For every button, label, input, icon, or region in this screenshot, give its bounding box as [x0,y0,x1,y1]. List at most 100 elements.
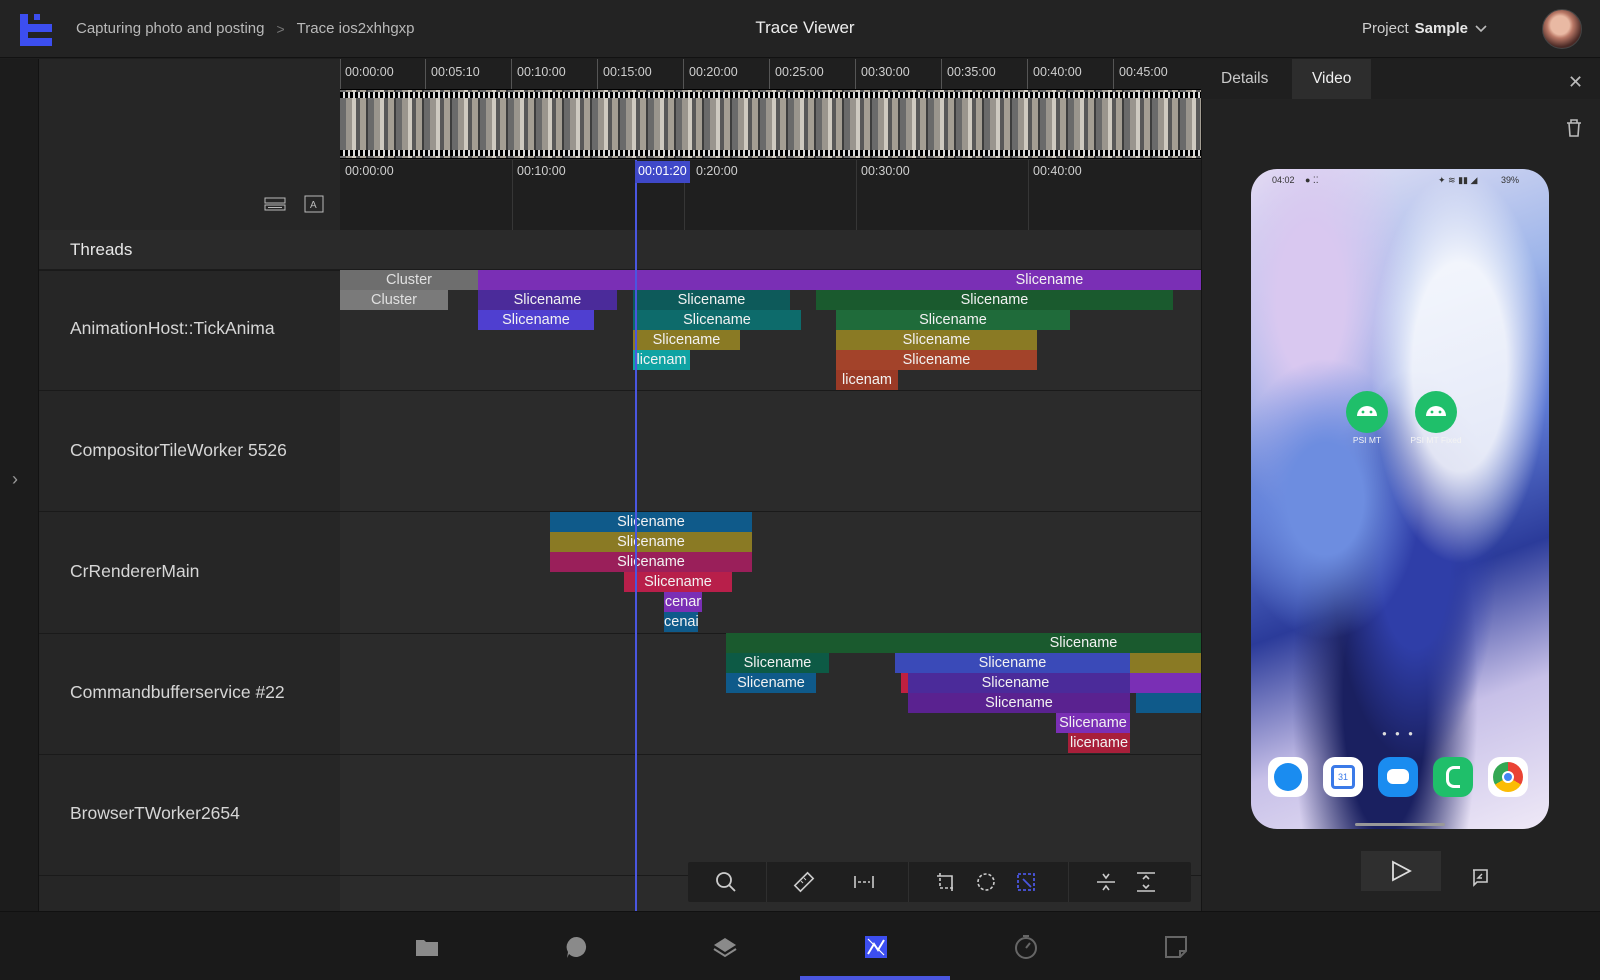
panel-tabs: Details Video [1201,59,1600,99]
close-icon[interactable]: ✕ [1568,72,1583,93]
thread-label[interactable]: BrowserTWorker2654 [70,803,240,824]
threads-heading: Threads [70,240,133,259]
note-icon[interactable] [1163,934,1189,960]
slice[interactable]: Slicename [836,310,1070,330]
trash-icon[interactable] [1565,118,1583,138]
tab-details[interactable]: Details [1201,59,1288,99]
track-list-icon[interactable] [264,196,286,212]
search-icon[interactable] [714,870,738,894]
thread-label[interactable]: Commandbufferservice #22 [70,682,285,703]
phone-app-icon [1433,757,1473,797]
timeline-toolbar [688,862,1191,902]
slice-marker [901,673,908,693]
threads-header [39,230,1201,270]
slice[interactable]: Slicename [901,673,1130,693]
chevron-down-icon [1475,24,1487,32]
video-preview[interactable]: 04:02 ● ⁚⁚ ✦ ≋ ▮▮ ◢ 39% PSI MT PSI MT Fi… [1251,169,1549,829]
collapse-rows-icon[interactable] [1094,870,1118,894]
phone-battery: 39% [1501,175,1520,185]
ruler-tick: 00:15:00 [603,65,652,79]
thread-label[interactable]: AnimationHost::TickAnima [70,318,275,339]
zoom-tick: 00:30:00 [861,164,910,178]
play-button[interactable] [1361,851,1441,891]
folder-icon[interactable] [414,934,440,960]
project-name: Sample [1414,20,1468,37]
layers-icon[interactable] [712,934,738,960]
playhead-time[interactable]: 00:01:20 [635,161,690,183]
slice-block[interactable] [1130,653,1201,673]
tab-video[interactable]: Video [1292,59,1372,99]
range-measure-icon[interactable] [852,870,876,894]
cluster-slice[interactable]: Cluster [340,270,478,290]
ruler-tick: 00:25:00 [775,65,824,79]
zoom-tick: 00:10:00 [517,164,566,178]
slice[interactable]: Slicename [836,350,1037,370]
comment-icon[interactable] [564,934,590,960]
slice-block[interactable] [1136,693,1201,713]
phone-status-dots: ● ⁚⁚ [1305,175,1319,185]
project-prefix: Project [1361,20,1409,37]
slice[interactable]: Slicename [550,552,752,572]
chrome-app-icon [1488,757,1528,797]
slice[interactable]: Slicename [836,330,1037,350]
slice[interactable]: licenam [836,370,898,390]
thread-label[interactable]: CompositorTileWorker 5526 [70,440,287,461]
trace-icon[interactable] [863,934,889,960]
area-select-icon[interactable] [1014,870,1038,894]
avatar[interactable] [1542,9,1582,49]
slice[interactable]: Slicename [1056,713,1130,733]
slice[interactable]: Slicename [816,290,1173,310]
zoom-tick: 0:20:00 [696,164,738,178]
top-bar: Capturing photo and posting > Trace ios2… [0,0,1600,58]
loop-icon[interactable] [1468,858,1492,898]
time-ruler[interactable]: 00:00:00 00:05:10 00:10:00 00:15:00 00:2… [340,59,1201,89]
expand-rows-icon[interactable] [1134,870,1158,894]
slice[interactable]: licename [1068,733,1130,753]
slice[interactable]: Slicename [478,270,1201,290]
thread-label[interactable]: CrRendererMain [70,561,199,582]
playhead-line[interactable] [635,160,637,912]
svg-text:A: A [310,200,317,211]
slice[interactable]: Slicename [895,653,1130,673]
ruler-tick: 00:40:00 [1033,65,1082,79]
slice[interactable]: Slicename [633,330,740,350]
video-filmstrip[interactable] [340,89,1201,159]
ruler-tick: 00:45:00 [1119,65,1168,79]
slice[interactable]: Slicename [550,512,752,532]
expand-chevron-icon[interactable]: › [12,469,18,490]
active-tab-indicator [800,976,950,980]
zoom-ruler[interactable]: 00:00:00 00:10:00 0:20:00 00:30:00 00:40… [340,160,1201,230]
slice[interactable]: Slicename [908,693,1130,713]
slice[interactable]: Slicename [633,290,790,310]
email-app-icon [1268,757,1308,797]
track-labels [39,59,340,911]
slice[interactable]: cenai [664,612,698,632]
slice[interactable]: Slicename [726,673,816,693]
slice[interactable]: licenam [633,350,690,370]
slice-block[interactable] [1130,673,1201,693]
project-selector[interactable]: Project Sample [1362,20,1488,37]
bottom-nav [0,911,1600,980]
zoom-tick: 00:40:00 [1033,164,1082,178]
slice[interactable]: Slicename [478,310,594,330]
slice[interactable]: Slicename [726,633,1201,653]
cluster-slice[interactable]: Cluster [340,290,448,310]
timer-icon[interactable] [1013,934,1039,960]
slice[interactable]: Slicename [550,532,752,552]
slice[interactable]: Slicename [633,310,801,330]
ruler-tick: 00:30:00 [861,65,910,79]
crop-select-icon[interactable] [934,870,958,894]
slice[interactable]: Slicename [478,290,617,310]
page-title: Trace Viewer [755,18,855,37]
slice[interactable]: cenar [664,592,702,612]
lasso-select-icon[interactable] [974,870,998,894]
ruler-icon[interactable] [792,870,816,894]
annotation-icon[interactable]: A [304,195,324,213]
page-dots: ● ● ● [1382,729,1416,738]
zoom-tick: 00:00:00 [345,164,394,178]
slice[interactable]: Slicename [624,572,732,592]
play-icon [1392,860,1412,882]
app-label: PSI MT [1352,435,1382,445]
slice[interactable]: Slicename [726,653,829,673]
messages-app-icon [1378,757,1418,797]
